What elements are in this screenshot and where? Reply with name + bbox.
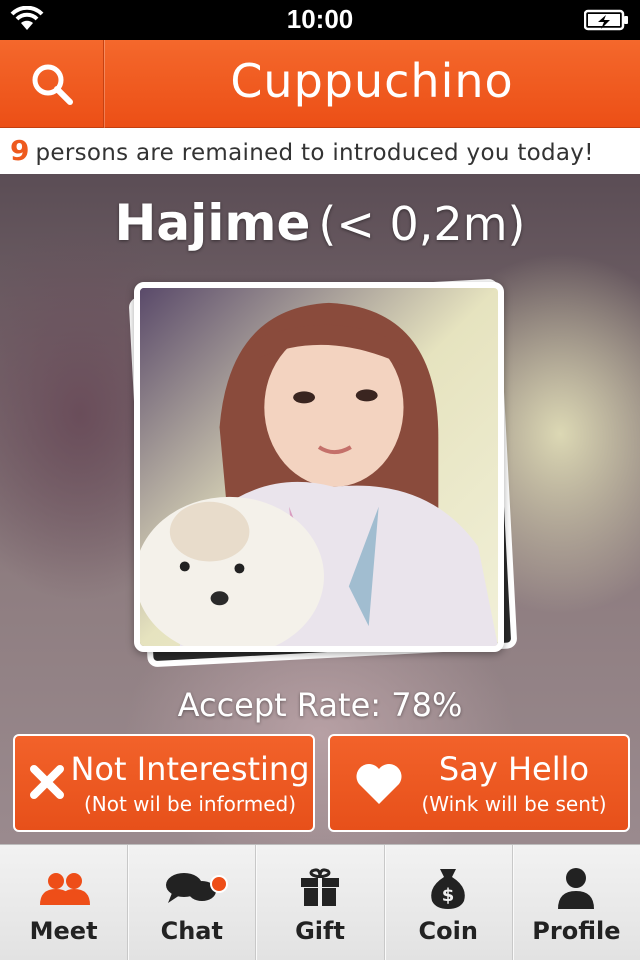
tab-meet-label: Meet — [29, 917, 98, 945]
profile-heading: Hajime (< 0,2m) — [0, 194, 640, 252]
app-header: Cuppuchino — [0, 40, 640, 128]
notice-message: persons are remained to introduced you t… — [35, 140, 594, 166]
not-interesting-sublabel: (Not wil be informed) — [83, 792, 297, 816]
say-hello-label: Say Hello — [438, 750, 590, 788]
search-button[interactable] — [0, 40, 104, 128]
status-bar: 10:00 — [0, 0, 640, 40]
profile-photo-image — [140, 288, 498, 646]
people-icon — [39, 873, 90, 905]
tab-chat[interactable]: Chat — [128, 845, 257, 960]
say-hello-button[interactable]: Say Hello (Wink will be sent) — [328, 734, 630, 832]
say-hello-sublabel: (Wink will be sent) — [421, 792, 607, 816]
battery-charging-icon — [584, 9, 628, 31]
app-title: Cuppuchino — [230, 54, 514, 108]
search-icon — [32, 64, 73, 105]
not-interesting-label: Not Interesting — [70, 750, 310, 788]
tab-gift[interactable]: Gift — [256, 845, 385, 960]
status-time: 10:00 — [286, 4, 354, 34]
tab-coin[interactable]: $ Coin — [385, 845, 513, 960]
gift-icon — [301, 868, 339, 906]
profile-card-area: Hajime (< 0,2m) Accept Rate: 78% Not Int… — [0, 174, 640, 844]
tab-profile-label: Profile — [532, 917, 621, 945]
accept-rate: Accept Rate: 78% — [177, 686, 463, 724]
profile-distance: (< 0,2m) — [318, 197, 526, 251]
tab-profile[interactable]: Profile — [513, 845, 640, 960]
person-icon — [558, 868, 595, 909]
tab-gift-label: Gift — [295, 917, 345, 945]
svg-text:$: $ — [442, 885, 455, 906]
profile-photo[interactable] — [134, 282, 504, 652]
money-bag-icon: $ — [431, 869, 466, 909]
tab-chat-label: Chat — [160, 917, 223, 945]
daily-notice: 9 persons are remained to introduced you … — [0, 128, 640, 174]
tab-meet[interactable]: Meet — [0, 845, 129, 960]
bottom-tab-bar: Meet Chat Gift $ Coin Profile — [0, 844, 640, 960]
chat-unread-badge — [210, 875, 229, 893]
profile-name: Hajime — [114, 194, 311, 252]
remaining-count: 9 — [10, 134, 30, 167]
tab-coin-label: Coin — [418, 917, 478, 945]
profile-photo-stack[interactable] — [128, 278, 518, 668]
not-interesting-button[interactable]: Not Interesting (Not wil be informed) — [13, 734, 315, 832]
